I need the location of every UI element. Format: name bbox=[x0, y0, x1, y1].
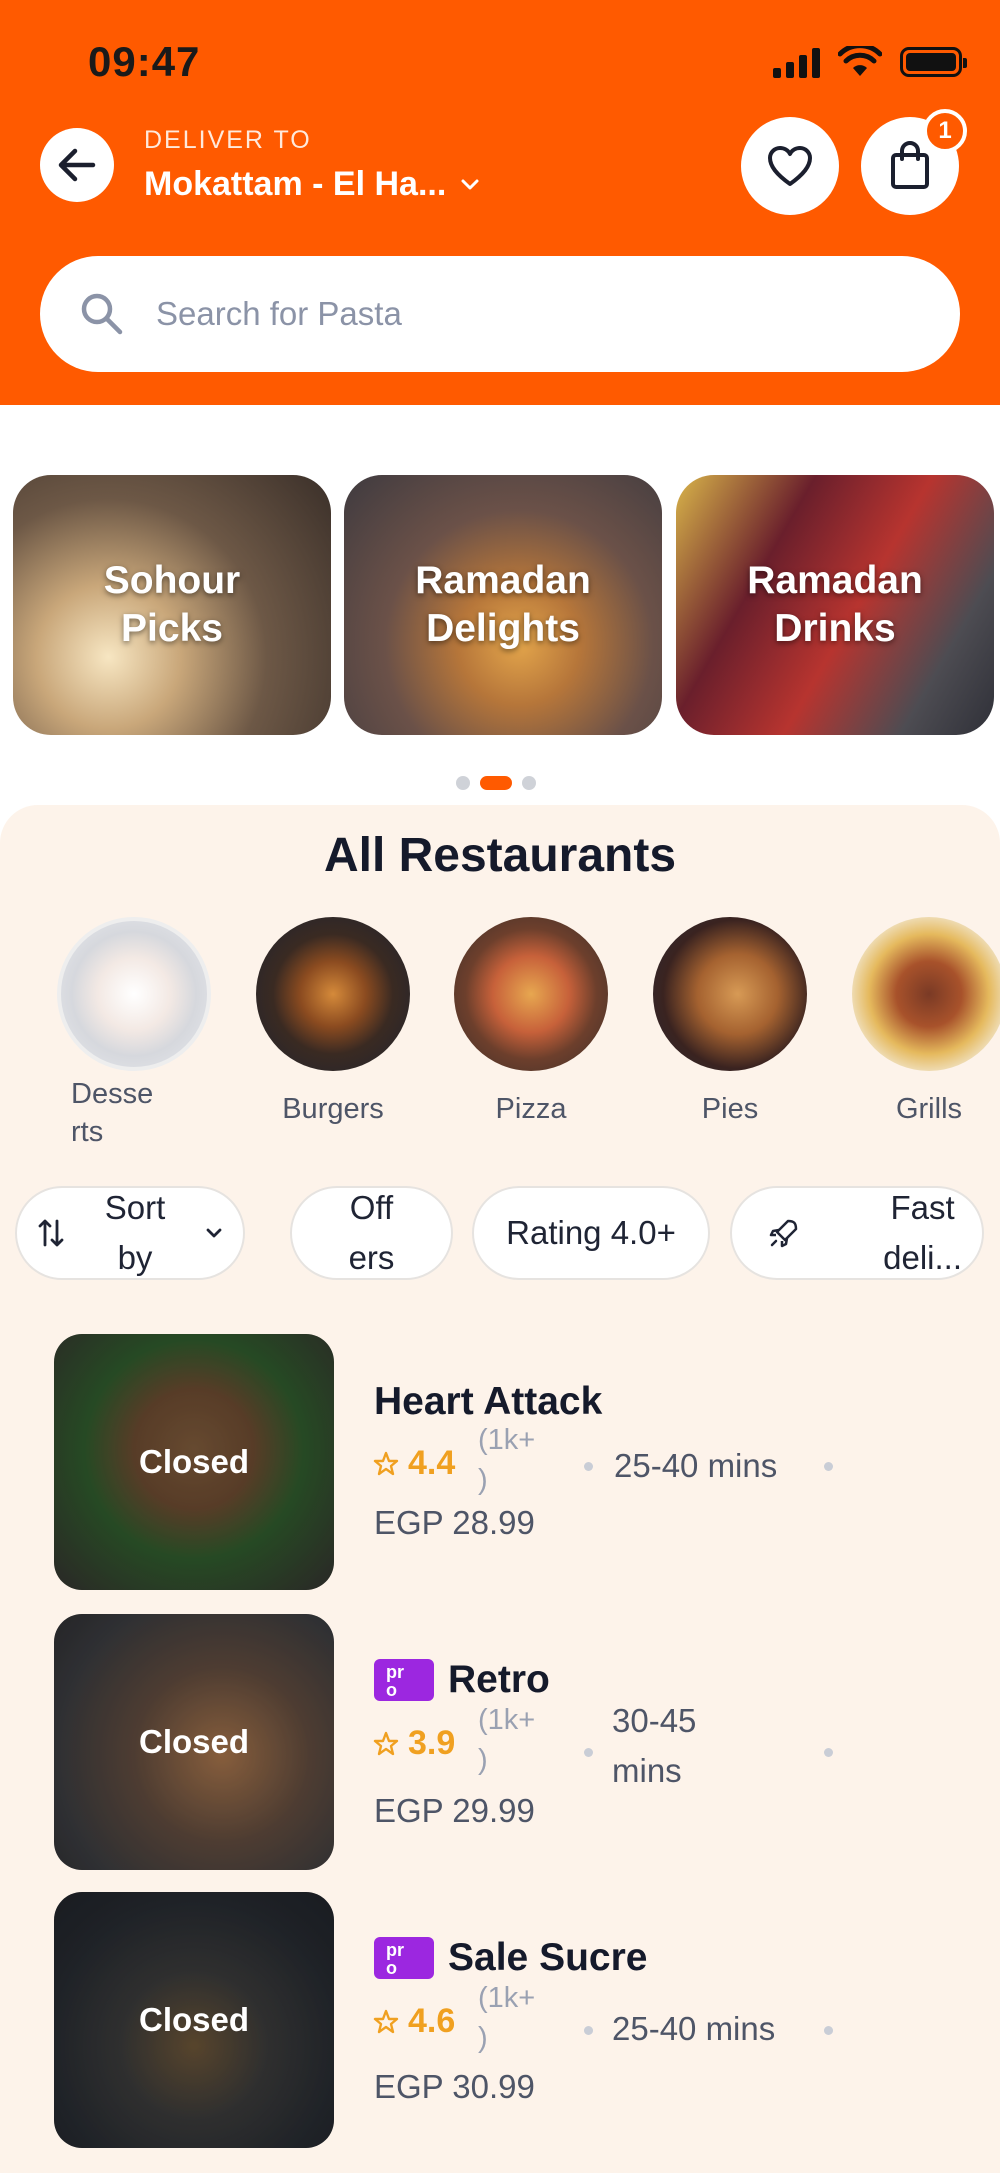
rating-value: 3.9 bbox=[408, 1724, 456, 1762]
star-icon bbox=[373, 1451, 399, 1475]
delivery-address-selector[interactable]: Mokattam - El Ha... bbox=[144, 165, 480, 204]
cart-button[interactable]: 1 bbox=[861, 109, 967, 215]
pro-badge: pr o bbox=[374, 1659, 434, 1701]
fast-delivery-label: Fast deli... bbox=[883, 1189, 962, 1276]
star-icon bbox=[373, 2009, 399, 2033]
grills-image bbox=[852, 917, 1000, 1071]
delivery-fee: EGP 30.99 bbox=[374, 2068, 535, 2105]
pies-image bbox=[653, 917, 807, 1071]
promo-card-ramadan-drinks[interactable]: Ramadan Drinks bbox=[676, 475, 994, 735]
category-label: Desse rts bbox=[71, 1078, 154, 1148]
rating-filter-label: Rating 4.0+ bbox=[506, 1214, 676, 1251]
shopping-bag-icon bbox=[891, 141, 929, 189]
fast-delivery-chip[interactable]: Fast deli... bbox=[730, 1186, 984, 1280]
search-input[interactable] bbox=[156, 295, 856, 333]
promo-card-ramadan-delights[interactable]: Ramadan Delights bbox=[344, 475, 662, 735]
restaurant-card-heart-attack[interactable]: Closed Heart Attack 4.4 (1k+ ) 25-40 min… bbox=[54, 1334, 954, 1594]
promo-label: Sohour Picks bbox=[103, 559, 241, 650]
promo-label: Ramadan Drinks bbox=[747, 559, 923, 650]
rating-value: 4.4 bbox=[408, 1444, 456, 1482]
search-bar[interactable] bbox=[40, 256, 960, 372]
promo-label: Ramadan Delights bbox=[415, 559, 591, 650]
desserts-image bbox=[57, 917, 211, 1071]
restaurant-image: Closed bbox=[54, 1614, 334, 1870]
category-label: Pies bbox=[701, 1093, 759, 1125]
section-title: All Restaurants bbox=[323, 829, 677, 882]
separator-dot bbox=[584, 1462, 593, 1471]
rating-value: 4.6 bbox=[408, 2002, 456, 2040]
signal-icon bbox=[773, 46, 820, 78]
page-dot[interactable] bbox=[456, 776, 470, 790]
rating: 4.6 bbox=[372, 2002, 455, 2041]
separator-dot bbox=[584, 2026, 593, 2035]
sort-by-chip[interactable]: Sort by bbox=[15, 1186, 245, 1280]
header: 09:47 DELIVER TO Mokattam - El Ha... 1 S… bbox=[0, 0, 1000, 405]
chevron-down-icon bbox=[461, 179, 479, 189]
offers-chip[interactable]: Off ers bbox=[290, 1186, 453, 1280]
closed-label: Closed bbox=[138, 1723, 250, 1760]
status-icons bbox=[773, 46, 967, 78]
category-pizza[interactable]: Pizza bbox=[454, 917, 608, 1126]
category-label: Burgers bbox=[282, 1093, 384, 1125]
closed-label: Closed bbox=[138, 2001, 250, 2038]
category-desserts[interactable]: Desse rts bbox=[57, 917, 211, 1151]
restaurant-name-text: Retro bbox=[448, 1658, 550, 1701]
rating-filter-chip[interactable]: Rating 4.0+ bbox=[472, 1186, 710, 1280]
carousel-pagination bbox=[456, 776, 536, 790]
restaurant-card-retro[interactable]: Closed pr o Retro 3.9 (1k+ ) 30-45 mins … bbox=[54, 1614, 954, 1874]
back-button[interactable] bbox=[40, 128, 114, 202]
category-burgers[interactable]: Burgers bbox=[256, 917, 410, 1126]
separator-dot bbox=[824, 2026, 833, 2035]
chevron-down-icon bbox=[206, 1228, 222, 1238]
delivery-time: 30-45 mins bbox=[612, 1702, 697, 1789]
status-time: 09:47 bbox=[88, 38, 201, 85]
rating-count: (1k+ ) bbox=[478, 1982, 536, 2054]
separator-dot bbox=[584, 1748, 593, 1757]
rating: 3.9 bbox=[372, 1724, 455, 1763]
wifi-icon bbox=[838, 46, 882, 76]
delivery-fee: EGP 29.99 bbox=[374, 1792, 535, 1829]
restaurant-name-text: Heart Attack bbox=[374, 1380, 603, 1423]
search-icon bbox=[81, 293, 123, 335]
delivery-time: 25-40 mins bbox=[614, 1447, 778, 1484]
battery-icon bbox=[900, 47, 967, 77]
delivery-fee: EGP 28.99 bbox=[374, 1504, 535, 1541]
cart-count-badge: 1 bbox=[923, 109, 967, 153]
sort-arrows-icon bbox=[38, 1219, 64, 1247]
pro-badge: pr o bbox=[374, 1937, 434, 1979]
separator-dot bbox=[824, 1462, 833, 1471]
category-pies[interactable]: Pies bbox=[653, 917, 807, 1126]
rating-count: (1k+ ) bbox=[478, 1424, 536, 1496]
rating-count: (1k+ ) bbox=[478, 1704, 536, 1776]
closed-label: Closed bbox=[138, 1443, 250, 1480]
page-dot[interactable] bbox=[522, 776, 536, 790]
star-icon bbox=[373, 1731, 399, 1755]
restaurant-name-text: Sale Sucre bbox=[448, 1936, 648, 1979]
arrow-left-icon bbox=[58, 148, 96, 182]
sort-by-label: Sort by bbox=[104, 1189, 166, 1276]
deliver-to-label: DELIVER TO bbox=[144, 126, 312, 154]
burgers-image bbox=[256, 917, 410, 1071]
separator-dot bbox=[824, 1748, 833, 1757]
delivery-address: Mokattam - El Ha... bbox=[144, 165, 447, 203]
restaurant-name: Heart Attack bbox=[374, 1380, 602, 1424]
delivery-time: 25-40 mins bbox=[612, 2010, 776, 2047]
restaurant-image: Closed bbox=[54, 1892, 334, 2148]
restaurant-name: pr o Sale Sucre bbox=[374, 1936, 647, 1980]
rocket-icon bbox=[769, 1219, 798, 1248]
page-dot-active[interactable] bbox=[480, 776, 512, 790]
restaurant-image: Closed bbox=[54, 1334, 334, 1590]
restaurant-name: pr o Retro bbox=[374, 1658, 550, 1702]
heart-icon bbox=[768, 146, 812, 186]
pizza-image bbox=[454, 917, 608, 1071]
category-label: Pizza bbox=[495, 1093, 567, 1125]
favorites-button[interactable] bbox=[741, 117, 839, 215]
rating: 4.4 bbox=[372, 1444, 455, 1483]
category-label: Grills bbox=[895, 1093, 963, 1125]
offers-label: Off ers bbox=[348, 1189, 395, 1276]
restaurant-card-sale-sucre[interactable]: Closed pr o Sale Sucre 4.6 (1k+ ) 25-40 … bbox=[54, 1892, 954, 2152]
category-grills[interactable]: Grills bbox=[852, 917, 1000, 1126]
promo-card-sohour-picks[interactable]: Sohour Picks bbox=[13, 475, 331, 735]
